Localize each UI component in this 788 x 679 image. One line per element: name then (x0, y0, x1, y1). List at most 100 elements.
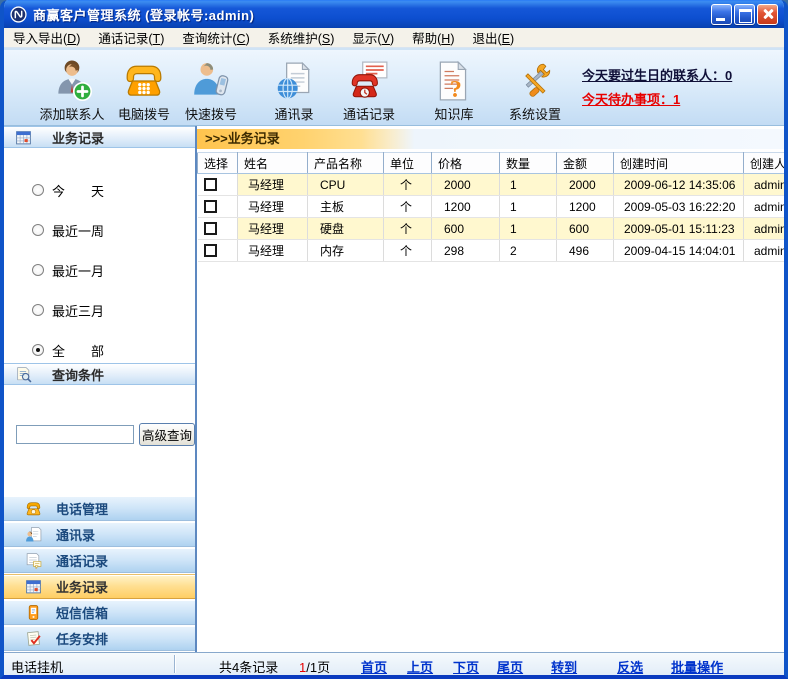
cell-product: 硬盘 (307, 217, 384, 240)
filter-panel-title: 业务记录 (52, 130, 105, 146)
radio-label: 最近三月 (52, 303, 105, 319)
cell-price: 600 (431, 217, 500, 240)
toolbar-button-label-6: 系统设置 (508, 107, 561, 122)
menu-item-4[interactable]: 显示(V) (343, 26, 403, 49)
info-links: 今天要过生日的联系人：0 今天待办事项：1 (582, 64, 732, 112)
call-log-icon (329, 56, 409, 102)
calendar-icon (15, 129, 32, 146)
cell-name: 马经理 (237, 195, 308, 218)
column-header-4: 价格 (431, 152, 500, 174)
maximize-button[interactable] (734, 3, 755, 25)
table-row: 马经理 主板个 1200 1 1200 2009-05-03 16:22:20 admin (197, 195, 784, 218)
toolbar: 今天要过生日的联系人：0 今天待办事项：1 添加联系人 电脑拨号 快速拨号 通讯录 通话… (4, 50, 784, 126)
pager-link-0[interactable]: 首页 (361, 657, 387, 675)
sidebar-nav-item-4[interactable]: 短信信箱 (4, 600, 195, 625)
pager-links: 首页 上页 下页 尾页 转到 反选 批量操作 (361, 657, 723, 675)
table-row: 马经理 硬盘个 600 1 600 2009-05-01 15:11:23 admin (197, 217, 784, 240)
cell-created: 2009-04-15 14:04:01 (613, 239, 744, 262)
phone-status: 电话挂机 (11, 660, 64, 675)
toolbar-button-4[interactable]: 通话记录 (329, 56, 409, 122)
sidebar: 业务记录 今 天最近一周最近一月最近三月全 部 查询条件 高级查询 电话管理通讯… (4, 126, 197, 652)
menu-item-2[interactable]: 查询统计(C) (173, 26, 258, 49)
todo-items-link[interactable]: 今天待办事项：1 (582, 88, 732, 112)
row-checkbox[interactable] (203, 222, 217, 235)
birthday-contacts-link[interactable]: 今天要过生日的联系人：0 (582, 64, 732, 88)
svg-text:?: ? (450, 76, 462, 102)
toolbar-button-5[interactable]: ? 知识库 (414, 56, 494, 122)
advanced-search-button[interactable]: 高级查询 (139, 423, 195, 446)
cell-qty: 1 (499, 217, 557, 240)
knowledge-base-icon: ? (414, 56, 494, 102)
row-checkbox[interactable] (203, 178, 217, 191)
pager-link-4[interactable]: 转到 (551, 657, 577, 675)
cell-created: 2009-05-01 15:11:23 (613, 217, 744, 240)
pager-link-1[interactable]: 上页 (407, 657, 433, 675)
close-button[interactable] (757, 3, 778, 25)
toolbar-button-2[interactable]: 快速拨号 (171, 56, 251, 122)
sidebar-nav-item-0[interactable]: 电话管理 (4, 496, 195, 521)
cell-price: 298 (431, 239, 500, 262)
menu-item-0[interactable]: 导入导出(D) (4, 26, 89, 49)
cell-creator: admin (743, 173, 784, 196)
sidebar-nav-item-1[interactable]: 通讯录 (4, 522, 195, 547)
column-header-2: 产品名称 (307, 152, 384, 174)
toolbar-button-3[interactable]: 通讯录 (254, 56, 334, 122)
cell-created: 2009-05-03 16:22:20 (613, 195, 744, 218)
sms-icon (25, 604, 43, 621)
checkbox-cell (197, 217, 238, 240)
nav-item-label: 业务记录 (56, 580, 109, 595)
total-pages: /1页 (306, 660, 331, 675)
toolbar-button-6[interactable]: 系统设置 (492, 56, 578, 122)
cell-unit: 个 (383, 217, 432, 240)
pager-link-6[interactable]: 批量操作 (671, 657, 723, 675)
menu-item-5[interactable]: 帮助(H) (403, 26, 463, 49)
pager-link-3[interactable]: 尾页 (497, 657, 523, 675)
search-area: 高级查询 (4, 385, 195, 496)
radio-label: 全 部 (52, 343, 105, 359)
window-title: 商赢客户管理系统 (登录帐号:admin) (33, 7, 255, 23)
calllog-icon (25, 552, 43, 569)
pager-link-2[interactable]: 下页 (453, 657, 479, 675)
cell-unit: 个 (383, 173, 432, 196)
radio-icon (32, 224, 44, 236)
date-filter-radio-3[interactable]: 最近三月 (4, 290, 195, 330)
menu-item-6[interactable]: 退出(E) (463, 26, 523, 49)
sidebar-nav-item-2[interactable]: 通话记录 (4, 548, 195, 573)
row-checkbox[interactable] (203, 200, 217, 213)
cell-product: 内存 (307, 239, 384, 262)
cell-creator: admin (743, 239, 784, 262)
content-title: >>>业务记录 (197, 129, 784, 149)
radio-icon (32, 264, 44, 276)
page-indicator: 1/1页 (299, 657, 331, 675)
toolbar-button-label-3: 通讯录 (274, 107, 314, 122)
row-checkbox[interactable] (203, 244, 217, 257)
nav-item-label: 电话管理 (56, 501, 109, 517)
sidebar-nav-item-3[interactable]: 业务记录 (4, 574, 195, 599)
sidebar-nav-item-5[interactable]: 任务安排 (4, 626, 195, 651)
phone-icon (25, 500, 43, 517)
cell-amount: 496 (556, 239, 614, 262)
checkbox-cell (197, 195, 238, 218)
query-panel-title: 查询条件 (52, 367, 105, 383)
radio-icon (32, 184, 44, 196)
cell-price: 1200 (431, 195, 500, 218)
content-area: >>>业务记录 选择 姓名 产品名称 单位 价格 数量 金额 创建时间 创建人 马经理 CPU 个 2… (197, 126, 784, 652)
calendar-icon (25, 578, 43, 595)
column-header-5: 数量 (499, 152, 557, 174)
checkbox-cell (197, 239, 238, 262)
title-bar: 商赢客户管理系统 (登录帐号:admin) (4, 0, 784, 28)
checkbox-cell (197, 173, 238, 196)
date-filter-radio-0[interactable]: 今 天 (4, 170, 195, 210)
search-input[interactable] (16, 425, 134, 444)
menu-item-1[interactable]: 通话记录(T) (89, 26, 173, 49)
date-filter-radio-1[interactable]: 最近一周 (4, 210, 195, 250)
cell-amount: 1200 (556, 195, 614, 218)
menu-item-3[interactable]: 系统维护(S) (259, 26, 344, 49)
cell-qty: 1 (499, 173, 557, 196)
nav-item-label: 通讯录 (56, 527, 96, 543)
date-filter-radio-2[interactable]: 最近一月 (4, 250, 195, 290)
cell-amount: 2000 (556, 173, 614, 196)
pager-link-5[interactable]: 反选 (617, 657, 643, 675)
minimize-button[interactable] (711, 3, 732, 25)
radio-label: 最近一月 (52, 263, 105, 279)
